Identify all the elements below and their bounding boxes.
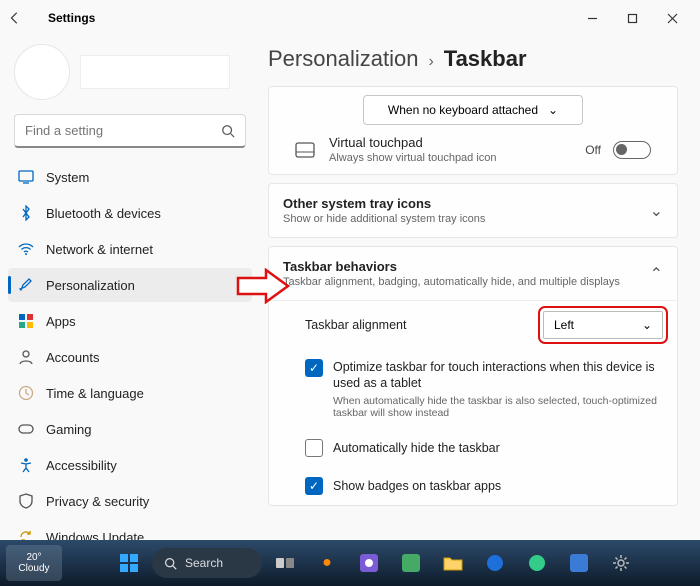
titlebar: Settings (0, 0, 700, 36)
taskbar-search[interactable]: Search (152, 548, 262, 578)
sidebar-item-label: Bluetooth & devices (46, 206, 161, 221)
alignment-label: Taskbar alignment (305, 318, 533, 332)
page-title: Taskbar (444, 46, 527, 72)
system-icon (18, 169, 34, 185)
sidebar-item-gaming[interactable]: Gaming (8, 412, 252, 446)
search-box[interactable] (14, 114, 246, 148)
alignment-row: Taskbar alignment Left ⌄ (269, 301, 677, 349)
optimize-label: Optimize taskbar for touch interactions … (333, 359, 663, 392)
touchpad-title: Virtual touchpad (329, 135, 573, 150)
behaviors-header[interactable]: Taskbar behaviors Taskbar alignment, bad… (269, 247, 677, 300)
minimize-button[interactable] (572, 2, 612, 34)
taskbar-app-icon[interactable] (518, 544, 556, 582)
alignment-dropdown[interactable]: Left ⌄ (543, 311, 663, 339)
shield-icon (18, 493, 34, 509)
optimize-row[interactable]: ✓ Optimize taskbar for touch interaction… (269, 349, 677, 429)
breadcrumb: Personalization › Taskbar (268, 46, 678, 72)
content-pane: Personalization › Taskbar When no keyboa… (260, 36, 700, 540)
explorer-icon[interactable] (434, 544, 472, 582)
sidebar-item-label: Time & language (46, 386, 144, 401)
sidebar-item-privacy[interactable]: Privacy & security (8, 484, 252, 518)
avatar (14, 44, 70, 100)
behaviors-card: Taskbar behaviors Taskbar alignment, bad… (268, 246, 678, 506)
settings-icon[interactable] (602, 544, 640, 582)
taskbar-app-icon[interactable]: ● (308, 544, 346, 582)
sidebar-item-time[interactable]: Time & language (8, 376, 252, 410)
badges-checkbox[interactable]: ✓ (305, 477, 323, 495)
dropdown-label: When no keyboard attached (388, 103, 538, 117)
chevron-up-icon: ⌃ (650, 264, 663, 284)
taskbar-app-icon[interactable] (392, 544, 430, 582)
chevron-down-icon: ⌄ (548, 103, 558, 117)
optimize-checkbox[interactable]: ✓ (305, 359, 323, 377)
touchpad-toggle[interactable] (613, 141, 651, 159)
gaming-icon (18, 421, 34, 437)
autohide-label: Automatically hide the taskbar (333, 441, 663, 455)
sidebar-item-accessibility[interactable]: Accessibility (8, 448, 252, 482)
maximize-button[interactable] (612, 2, 652, 34)
account-header[interactable] (14, 44, 246, 100)
sidebar-item-accounts[interactable]: Accounts (8, 340, 252, 374)
taskbar-app-icon[interactable] (560, 544, 598, 582)
weather-widget[interactable]: 20° Cloudy (6, 545, 62, 581)
sidebar-item-label: Privacy & security (46, 494, 149, 509)
optimize-sub: When automatically hide the taskbar is a… (333, 395, 663, 419)
taskbar-app-icon[interactable] (350, 544, 388, 582)
badges-label: Show badges on taskbar apps (333, 479, 663, 493)
touchpad-sub: Always show virtual touchpad icon (329, 152, 573, 164)
close-button[interactable] (652, 2, 692, 34)
autohide-checkbox[interactable] (305, 439, 323, 457)
sidebar-item-label: Network & internet (46, 242, 153, 257)
sidebar-item-personalization[interactable]: Personalization (8, 268, 252, 302)
taskbar-app-icon[interactable] (476, 544, 514, 582)
bluetooth-icon (18, 205, 34, 221)
accessibility-icon (18, 457, 34, 473)
tray-sub: Show or hide additional system tray icon… (283, 213, 640, 225)
search-input[interactable] (25, 123, 221, 138)
chevron-down-icon: ⌄ (642, 318, 652, 332)
badges-row[interactable]: ✓ Show badges on taskbar apps (269, 467, 677, 505)
sidebar-item-system[interactable]: System (8, 160, 252, 194)
search-icon (164, 557, 177, 570)
chevron-right-icon: › (428, 53, 433, 71)
clock-icon (18, 385, 34, 401)
start-button[interactable] (110, 544, 148, 582)
user-name-block (80, 55, 230, 89)
keyboard-card: When no keyboard attached ⌄ Virtual touc… (268, 86, 678, 175)
behaviors-sub: Taskbar alignment, badging, automaticall… (283, 276, 640, 288)
behaviors-title: Taskbar behaviors (283, 259, 640, 274)
keyboard-dropdown[interactable]: When no keyboard attached ⌄ (363, 95, 583, 125)
task-view-icon[interactable] (266, 544, 304, 582)
brush-icon (18, 277, 34, 293)
os-taskbar[interactable]: 20° Cloudy Search ● (0, 540, 700, 586)
sidebar-item-label: Accounts (46, 350, 99, 365)
chevron-down-icon: ⌄ (650, 201, 663, 221)
sidebar-item-label: Personalization (46, 278, 135, 293)
breadcrumb-parent[interactable]: Personalization (268, 46, 418, 72)
autohide-row[interactable]: Automatically hide the taskbar (269, 429, 677, 467)
sidebar-item-label: Gaming (46, 422, 92, 437)
sidebar: System Bluetooth & devices Network & int… (0, 36, 260, 540)
alignment-value: Left (554, 318, 574, 332)
tray-title: Other system tray icons (283, 196, 640, 211)
toggle-state: Off (585, 143, 601, 157)
sidebar-item-label: Accessibility (46, 458, 117, 473)
tray-card[interactable]: Other system tray icons Show or hide add… (268, 183, 678, 238)
sidebar-item-bluetooth[interactable]: Bluetooth & devices (8, 196, 252, 230)
sidebar-item-network[interactable]: Network & internet (8, 232, 252, 266)
back-button[interactable] (8, 11, 40, 25)
touchpad-icon (295, 142, 317, 158)
sidebar-item-apps[interactable]: Apps (8, 304, 252, 338)
apps-icon (18, 313, 34, 329)
sidebar-item-label: Apps (46, 314, 76, 329)
sidebar-item-label: System (46, 170, 89, 185)
window-title: Settings (48, 11, 95, 25)
person-icon (18, 349, 34, 365)
search-icon (221, 124, 235, 138)
wifi-icon (18, 241, 34, 257)
